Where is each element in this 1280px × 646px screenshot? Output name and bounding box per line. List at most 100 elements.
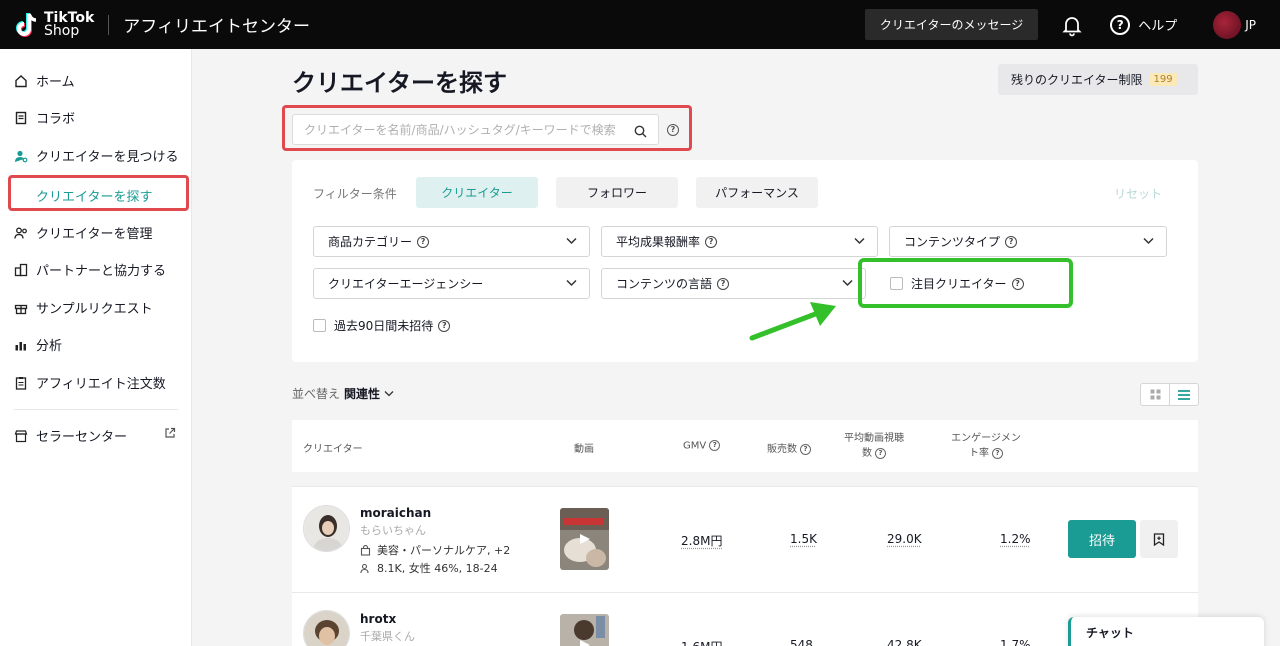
dropdown-label: コンテンツタイプ [904, 235, 1001, 249]
search-help-icon[interactable]: ? [667, 124, 679, 136]
chevron-down-icon [566, 237, 577, 245]
grid-view-icon[interactable] [1141, 384, 1169, 405]
header-label: 平均動画視聴数 [844, 433, 904, 459]
sort-value: 関連性 [344, 387, 381, 401]
bookmark-button[interactable] [1140, 520, 1178, 558]
sidebar-item-affiliate-orders[interactable]: アフィリエイト注文数 [14, 373, 166, 392]
search-icon[interactable] [634, 123, 647, 138]
sidebar-item-manage-creators[interactable]: クリエイターを管理 [14, 223, 152, 242]
sales-value: 548 [790, 638, 813, 646]
reset-button[interactable]: リセット [1114, 185, 1162, 202]
dropdown-label: 平均成果報酬率 [616, 235, 701, 249]
creator-limit-label: 残りのクリエイター制限 [1011, 73, 1143, 87]
sidebar-item-label: ホーム [36, 75, 75, 90]
clipboard-icon [14, 376, 28, 390]
sidebar-item-sample-requests[interactable]: サンプルリクエスト [14, 298, 153, 317]
help-icon[interactable]: ? [875, 447, 886, 459]
help-icon[interactable]: ? [992, 447, 1003, 459]
not-invited-90d-checkbox-row[interactable]: 過去90日間未招待 ? [313, 317, 451, 334]
table-row[interactable]: moraichan もらいちゃん 美容・パーソナルケア, +2 8.1K, 女性… [292, 486, 1198, 592]
bookmark-add-icon [1153, 532, 1165, 546]
creator-name[interactable]: moraichan [360, 506, 431, 520]
users-icon [14, 226, 28, 240]
help-icon[interactable]: ? [717, 277, 730, 290]
table-row[interactable]: hrotx 千葉県くん 1.6M円 548 42.8K 1.7% [292, 592, 1198, 646]
invite-button[interactable]: 招待 [1068, 520, 1136, 558]
content-language-dropdown[interactable]: コンテンツの言語? [601, 268, 866, 299]
creator-search-input[interactable] [293, 122, 623, 137]
sidebar-item-label: コラボ [36, 112, 76, 127]
help-button[interactable]: ? ヘルプ [1110, 14, 1177, 35]
header-divider [108, 14, 110, 35]
gmv-value: 1.6M円 [681, 638, 722, 646]
sidebar-item-home[interactable]: ホーム [14, 71, 75, 90]
audience-icon [360, 563, 369, 573]
help-icon[interactable]: ? [438, 319, 451, 332]
home-icon [14, 74, 28, 88]
tab-followers[interactable]: フォロワー [556, 177, 678, 208]
sidebar-item-label: クリエイターを探す [36, 190, 153, 205]
region-label[interactable]: JP [1245, 18, 1256, 32]
tiktok-logo-icon [14, 11, 40, 39]
bell-icon[interactable] [1060, 13, 1084, 37]
creator-audience-text: 8.1K, 女性 46%, 18-24 [377, 562, 498, 575]
product-category-dropdown[interactable]: 商品カテゴリー? [313, 226, 590, 257]
account-avatar[interactable] [1213, 10, 1242, 39]
user-search-icon [14, 149, 28, 163]
commission-rate-dropdown[interactable]: 平均成果報酬率? [601, 226, 878, 257]
chevron-down-icon [384, 391, 394, 397]
dropdown-label: クリエイターエージェンシー [328, 277, 484, 291]
document-icon [14, 111, 28, 125]
header-label: GMV [683, 440, 707, 452]
tab-creator[interactable]: クリエイター [416, 177, 538, 208]
header-avg-views: 平均動画視聴数? [840, 431, 908, 461]
help-icon[interactable]: ? [800, 443, 811, 455]
sidebar-item-find-creators[interactable]: クリエイターを見つける [14, 146, 178, 165]
chevron-down-icon [854, 237, 865, 245]
sidebar-item-analytics[interactable]: 分析 [14, 335, 62, 354]
chat-widget[interactable]: チャット [1068, 617, 1264, 646]
sidebar-item-label: サンプルリクエスト [36, 302, 153, 317]
help-icon[interactable]: ? [705, 235, 718, 248]
green-arrow-annotation [749, 302, 836, 341]
tab-performance[interactable]: パフォーマンス [696, 177, 818, 208]
video-thumbnail[interactable] [560, 508, 609, 570]
help-icon[interactable]: ? [1005, 235, 1018, 248]
sidebar-item-label: 分析 [36, 339, 63, 354]
creator-avatar[interactable] [303, 505, 350, 552]
sidebar-item-collab[interactable]: コラボ [14, 108, 75, 127]
creator-limit-badge: 残りのクリエイター制限 199 [998, 64, 1198, 95]
app-title: アフィリエイトセンター [123, 17, 310, 37]
avg-views-value: 29.0K [887, 532, 922, 546]
creator-name[interactable]: hrotx [360, 612, 396, 626]
list-view-icon[interactable] [1169, 384, 1198, 405]
sort-control[interactable]: 並べ替え 関連性 [292, 385, 394, 402]
sidebar-item-seller-center[interactable]: セラーセンター [14, 426, 178, 445]
dropdown-label: コンテンツの言語 [616, 277, 713, 291]
avg-views-value: 42.8K [887, 638, 922, 646]
gift-icon [14, 301, 28, 315]
creator-search-box[interactable] [292, 114, 659, 145]
sidebar-item-search-creators[interactable]: クリエイターを探す [8, 175, 189, 211]
sidebar-item-label: アフィリエイト注文数 [36, 377, 166, 392]
not-invited-90d-checkbox[interactable] [313, 319, 326, 332]
sidebar-item-label: パートナーと協力する [36, 264, 167, 279]
chevron-down-icon [842, 279, 853, 287]
chevron-down-icon [566, 279, 577, 287]
creator-messages-button[interactable]: クリエイターのメッセージ [864, 9, 1039, 40]
video-thumbnail[interactable] [560, 614, 609, 646]
sales-value: 1.5K [790, 532, 817, 546]
logo-text-shop: Shop [44, 22, 80, 39]
content-type-dropdown[interactable]: コンテンツタイプ? [889, 226, 1167, 257]
creator-limit-count: 199 [1148, 73, 1178, 86]
creator-category-text: 美容・パーソナルケア, +2 [377, 544, 511, 557]
creator-audience: 8.1K, 女性 46%, 18-24 [360, 560, 498, 576]
sidebar-item-partners[interactable]: パートナーと協力する [14, 260, 166, 279]
creator-table-header: クリエイター 動画 GMV? 販売数? 平均動画視聴数? エンゲージメント率? [292, 420, 1198, 472]
help-icon[interactable]: ? [709, 440, 721, 451]
tiktok-shop-logo[interactable]: TikTok Shop [14, 11, 94, 39]
creator-agency-dropdown[interactable]: クリエイターエージェンシー [313, 268, 590, 299]
help-icon[interactable]: ? [417, 235, 430, 248]
creator-avatar[interactable] [303, 610, 350, 646]
header-video: 動画 [574, 444, 594, 455]
